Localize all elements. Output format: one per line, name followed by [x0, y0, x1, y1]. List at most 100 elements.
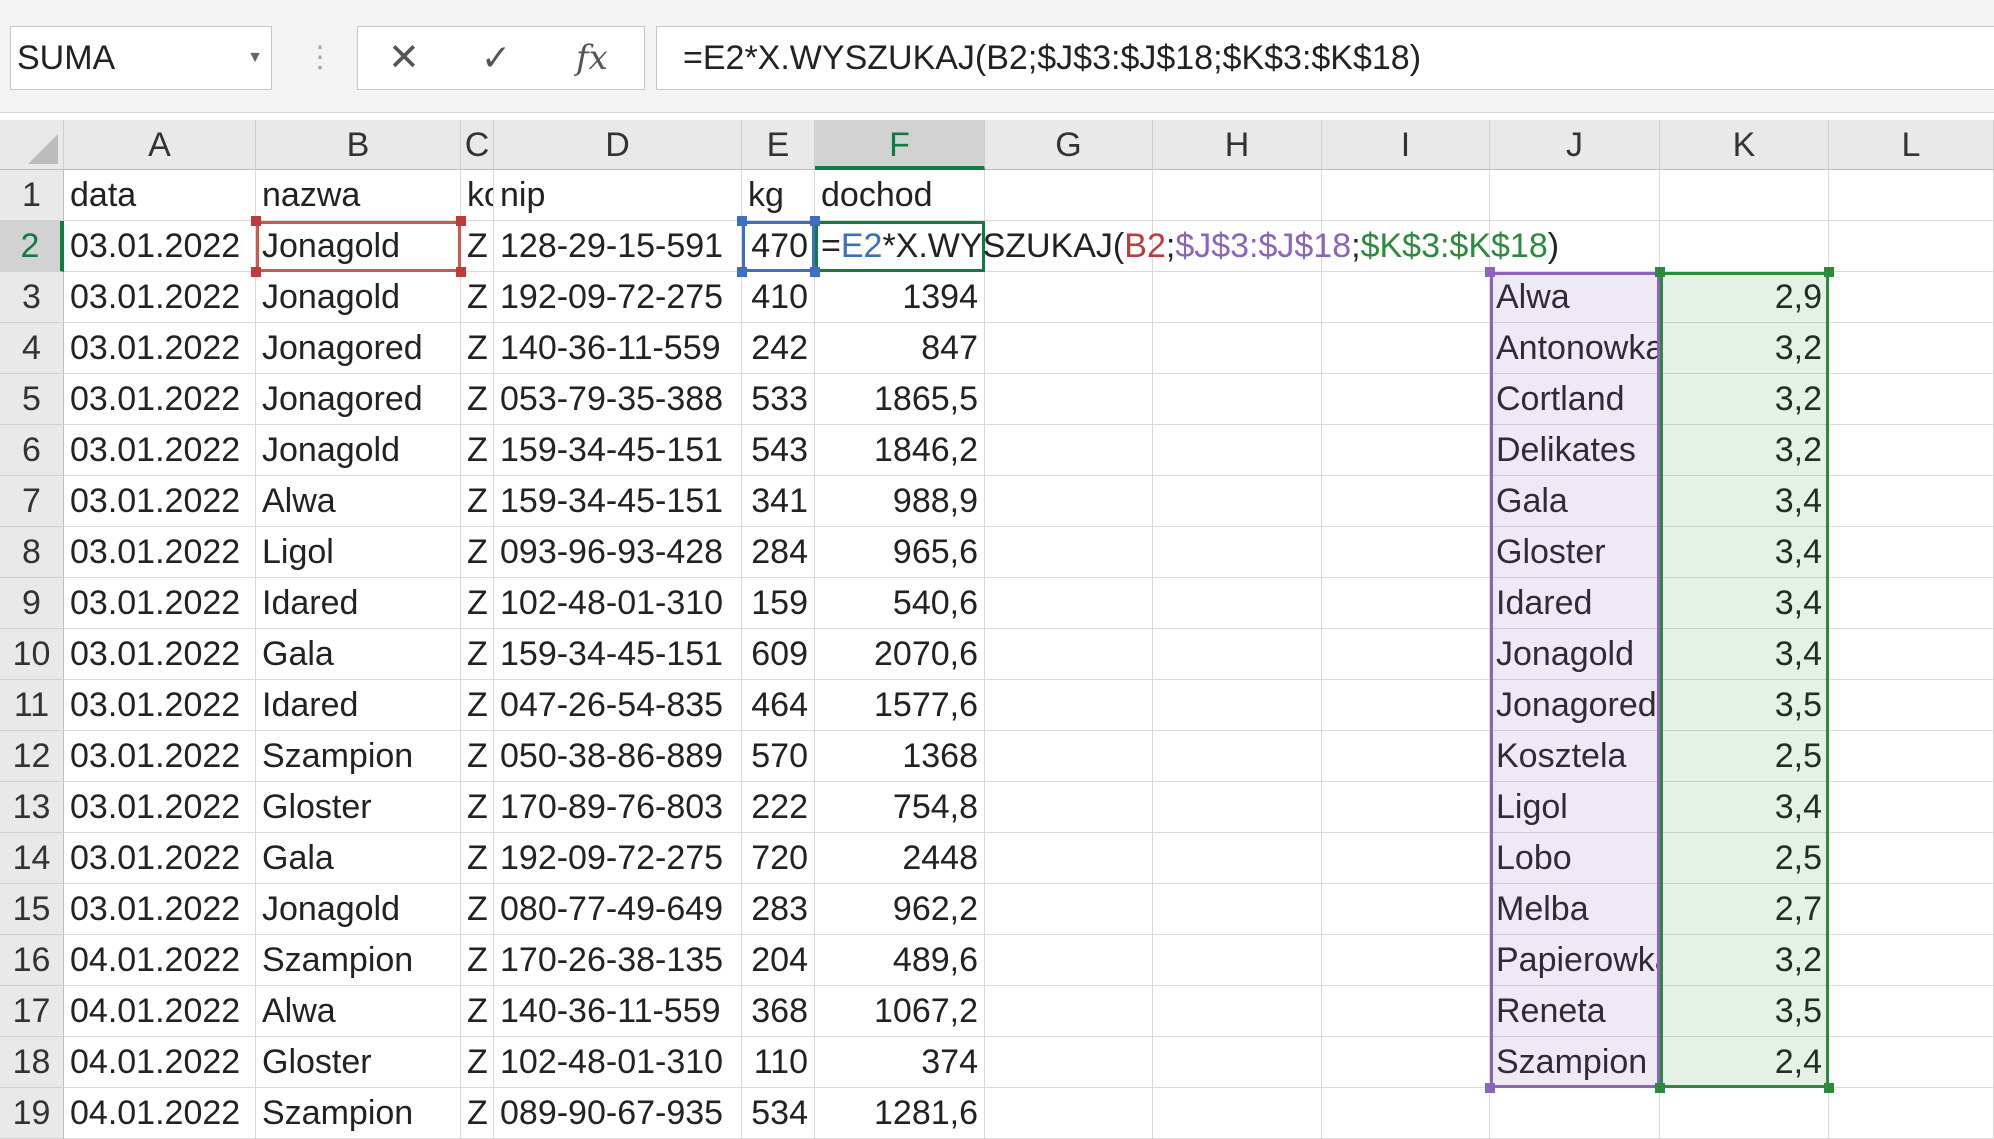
cell-header-kod[interactable]: kod	[461, 170, 494, 221]
lookup-price-cell[interactable]: 3,4	[1660, 578, 1829, 629]
cell-name[interactable]: Gala	[256, 629, 461, 680]
lookup-name-cell[interactable]: Kosztela	[1490, 731, 1660, 782]
lookup-name-cell[interactable]: Gloster	[1490, 527, 1660, 578]
lookup-price-cell[interactable]: 2,5	[1660, 731, 1829, 782]
cell-name[interactable]: Ligol	[256, 527, 461, 578]
cell-kg[interactable]: 283	[742, 884, 815, 935]
cell-nip[interactable]: 140-36-11-559	[494, 323, 742, 374]
cell-name[interactable]: Gala	[256, 833, 461, 884]
cell-date[interactable]: 03.01.2022	[64, 833, 256, 884]
cell-nip[interactable]: 159-34-45-151	[494, 629, 742, 680]
lookup-name-cell[interactable]: Cortland	[1490, 374, 1660, 425]
cell-date[interactable]: 03.01.2022	[64, 578, 256, 629]
lookup-price-cell[interactable]: 2,5	[1660, 833, 1829, 884]
cell-empty[interactable]	[1322, 986, 1490, 1037]
cell-empty[interactable]	[1153, 884, 1322, 935]
cell-date[interactable]: 03.01.2022	[64, 476, 256, 527]
cell-name[interactable]: Szampion	[256, 935, 461, 986]
lookup-price-cell[interactable]: 3,2	[1660, 323, 1829, 374]
cell-name[interactable]: Idared	[256, 578, 461, 629]
cell-empty[interactable]	[1660, 1088, 1829, 1139]
cell-nip[interactable]: 170-26-38-135	[494, 935, 742, 986]
row-header[interactable]: 14	[0, 833, 64, 884]
column-header-c[interactable]: C	[461, 120, 494, 170]
cell-empty[interactable]	[985, 680, 1153, 731]
cell-date[interactable]: 03.01.2022	[64, 629, 256, 680]
cell-dochod[interactable]: 1394	[815, 272, 985, 323]
cell-dochod[interactable]: 2448	[815, 833, 985, 884]
lookup-price-cell[interactable]: 3,2	[1660, 425, 1829, 476]
cell-nip[interactable]: 102-48-01-310	[494, 1037, 742, 1088]
lookup-name-cell[interactable]: Jonagold	[1490, 629, 1660, 680]
cell-date[interactable]: 04.01.2022	[64, 986, 256, 1037]
cell-dochod[interactable]: 1067,2	[815, 986, 985, 1037]
cell-empty[interactable]	[1322, 680, 1490, 731]
cell-empty[interactable]	[985, 323, 1153, 374]
ref-b2-handle-tr[interactable]	[456, 216, 466, 226]
row-header[interactable]: 19	[0, 1088, 64, 1139]
row-header[interactable]: 6	[0, 425, 64, 476]
cell-empty[interactable]	[1829, 425, 1994, 476]
cell-empty[interactable]	[1829, 170, 1994, 221]
cell-empty[interactable]	[985, 782, 1153, 833]
row-header[interactable]: 1	[0, 170, 64, 221]
cell-kg[interactable]: 570	[742, 731, 815, 782]
cell-nip[interactable]: 140-36-11-559	[494, 986, 742, 1037]
cell-code[interactable]: Z	[461, 272, 494, 323]
cell-name[interactable]: Alwa	[256, 986, 461, 1037]
ref-e2-handle-tl[interactable]	[737, 216, 747, 226]
column-header-d[interactable]: D	[494, 120, 742, 170]
row-header[interactable]: 16	[0, 935, 64, 986]
cell-nip[interactable]: 159-34-45-151	[494, 476, 742, 527]
cell-code[interactable]: Z	[461, 731, 494, 782]
cell-empty[interactable]	[1322, 476, 1490, 527]
formula-bar-value[interactable]: =E2*X.WYSZUKAJ(B2;$J$3:$J$18;$K$3:$K$18)	[683, 27, 1421, 89]
drag-handle-icon[interactable]: ⋮	[305, 34, 335, 82]
cell-empty[interactable]	[1153, 833, 1322, 884]
cell-dochod[interactable]: 754,8	[815, 782, 985, 833]
cell-empty[interactable]	[1829, 374, 1994, 425]
cell-empty[interactable]	[1153, 731, 1322, 782]
cell-code[interactable]: Z	[461, 629, 494, 680]
cancel-icon[interactable]: ✕	[388, 27, 420, 89]
cell-kg[interactable]: 470	[742, 221, 815, 272]
cell-date[interactable]: 03.01.2022	[64, 323, 256, 374]
cell-code[interactable]: Z	[461, 527, 494, 578]
cell-name[interactable]: Jonagold	[256, 884, 461, 935]
cell-empty[interactable]	[1829, 527, 1994, 578]
chevron-down-icon[interactable]: ▼	[247, 27, 263, 89]
cell-empty[interactable]	[985, 476, 1153, 527]
cell-nip[interactable]: 192-09-72-275	[494, 272, 742, 323]
ref-k-handle-br[interactable]	[1824, 1083, 1834, 1093]
cell-empty[interactable]	[1829, 935, 1994, 986]
cell-name[interactable]: Szampion	[256, 731, 461, 782]
cell-date[interactable]: 03.01.2022	[64, 425, 256, 476]
cell-empty[interactable]	[1322, 374, 1490, 425]
row-header[interactable]: 13	[0, 782, 64, 833]
cell-date[interactable]: 03.01.2022	[64, 782, 256, 833]
cell-header-data[interactable]: data	[64, 170, 256, 221]
cell-code[interactable]: Z	[461, 833, 494, 884]
cell-date[interactable]: 03.01.2022	[64, 374, 256, 425]
cell-empty[interactable]	[1153, 629, 1322, 680]
select-all-corner[interactable]	[0, 120, 64, 170]
cell-kg[interactable]: 410	[742, 272, 815, 323]
column-header-b[interactable]: B	[256, 120, 461, 170]
cell-code[interactable]: Z	[461, 935, 494, 986]
lookup-price-cell[interactable]: 3,4	[1660, 527, 1829, 578]
lookup-price-cell[interactable]: 3,4	[1660, 476, 1829, 527]
cell-kg[interactable]: 159	[742, 578, 815, 629]
ref-b2-handle-tl[interactable]	[251, 216, 261, 226]
cell-code[interactable]: Z	[461, 680, 494, 731]
cell-kg[interactable]: 534	[742, 1088, 815, 1139]
row-header[interactable]: 2	[0, 221, 64, 272]
column-header-k[interactable]: K	[1660, 120, 1829, 170]
lookup-price-cell[interactable]: 3,2	[1660, 374, 1829, 425]
cell-empty[interactable]	[1829, 578, 1994, 629]
cell-empty[interactable]	[1322, 425, 1490, 476]
lookup-name-cell[interactable]: Idared	[1490, 578, 1660, 629]
cell-nip[interactable]: 192-09-72-275	[494, 833, 742, 884]
lookup-name-cell[interactable]: Lobo	[1490, 833, 1660, 884]
cell-kg[interactable]: 720	[742, 833, 815, 884]
lookup-name-cell[interactable]: Melba	[1490, 884, 1660, 935]
